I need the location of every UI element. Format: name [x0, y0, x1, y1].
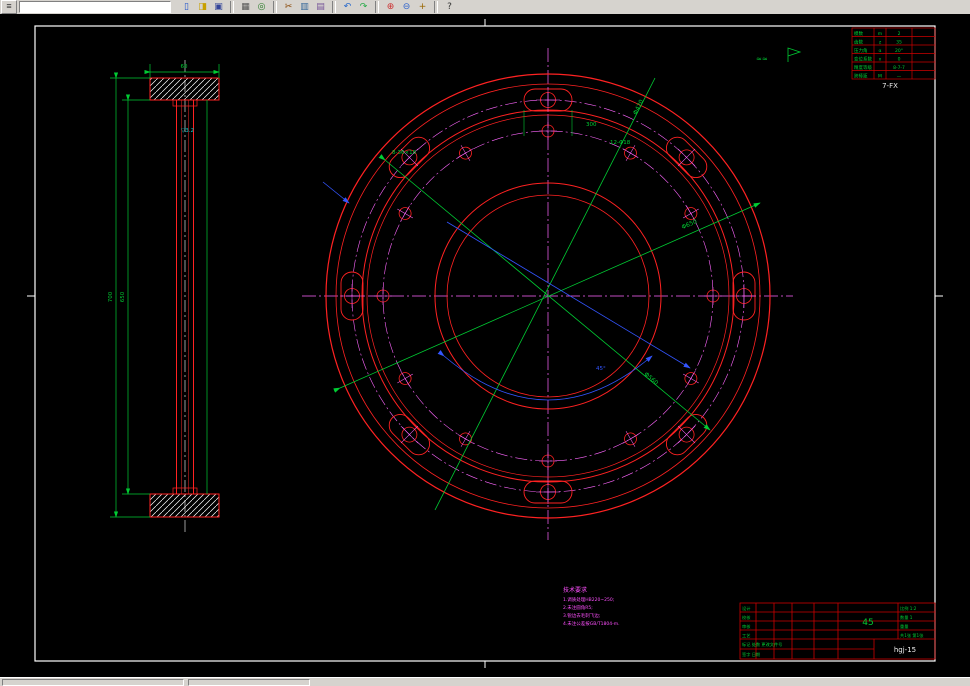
- param-row-symbol: x: [879, 58, 882, 63]
- param-row-value: 35: [896, 40, 902, 46]
- print-button[interactable]: ▦: [238, 0, 253, 14]
- zoom-out-icon: ⊖: [402, 1, 411, 12]
- zoom-in-icon: ⊕: [386, 1, 395, 12]
- param-row-value: —: [897, 75, 902, 80]
- front-view: Φ650 Φ560 Φ420 12-Φ18 8-36×18 45° 300: [302, 48, 793, 540]
- command-input[interactable]: [19, 1, 171, 13]
- note-line: 2.未注圆角R5;: [563, 604, 593, 611]
- param-row-symbol: m: [878, 32, 882, 37]
- help-button[interactable]: ?: [442, 0, 457, 14]
- param-row-label: 变位系数: [854, 56, 872, 63]
- param-row-label: 精度等级: [854, 64, 872, 71]
- menu-button[interactable]: ≡: [1, 0, 17, 14]
- title-row-check: 校核: [742, 614, 751, 621]
- paste-icon: ▤: [316, 1, 325, 12]
- toolbar-separator: [230, 1, 234, 13]
- note-line: 4.未注公差按GB/T1804-m.: [563, 620, 620, 627]
- title-row-process: 工艺: [742, 633, 750, 638]
- zoom-out-button[interactable]: ⊖: [399, 0, 414, 14]
- pan-icon: +: [418, 1, 427, 12]
- angle-label: 45°: [596, 366, 606, 372]
- param-row-label: 模数: [854, 30, 863, 37]
- side-height-dim: 650: [120, 291, 126, 302]
- title-row-design: 设计: [742, 605, 750, 612]
- redo-icon: ↷: [359, 1, 368, 12]
- open-file-icon: ◨: [198, 1, 207, 12]
- dim-d2-label: Φ560: [643, 371, 660, 387]
- toolbar-separator: [434, 1, 438, 13]
- open-file-button[interactable]: ◨: [195, 0, 210, 14]
- finish-flag-icon: [787, 47, 802, 62]
- redo-button[interactable]: ↷: [356, 0, 371, 14]
- toolbar-separator: [273, 1, 277, 13]
- dim-d3-label: Φ420: [632, 98, 646, 116]
- copy-icon: ▥: [300, 1, 309, 12]
- param-row-symbol: M: [878, 74, 882, 80]
- new-file-button[interactable]: ▯: [179, 0, 194, 14]
- cad-drawing: ▽3.2 650 700 60 Φ650 Φ560 Φ420 12-Φ18 8-…: [27, 19, 943, 668]
- note-line: 3.锐边去毛刺飞边;: [563, 612, 600, 619]
- sheet-frame: [27, 19, 943, 668]
- title-weight: 重量: [900, 623, 908, 630]
- side-total-dim: 700: [108, 291, 114, 302]
- title-qty: 数量 1: [900, 614, 913, 621]
- toolbar-separator: [375, 1, 379, 13]
- title-sheet: 共1张 第1张: [900, 632, 924, 639]
- notes-heading: 技术要求: [563, 586, 587, 594]
- view-label: 7-FX: [882, 82, 898, 90]
- cut-icon: ✂: [284, 1, 293, 12]
- print-icon: ▦: [241, 1, 250, 12]
- title-row-sign: 签字 日期: [742, 651, 760, 658]
- diameter-lines: [333, 77, 761, 511]
- surface-finish-label: ▽3.2: [181, 128, 194, 134]
- save-icon: ▣: [214, 1, 223, 12]
- help-icon: ?: [447, 1, 452, 12]
- param-row-label: 压力角: [854, 47, 868, 54]
- undo-icon: ↶: [343, 1, 352, 12]
- title-row-marks: 标记 处数 更改文件号: [742, 641, 782, 648]
- slot-span-label: 300: [586, 122, 597, 128]
- roughness-marks: ≈≈: [756, 55, 768, 63]
- zoom-in-button[interactable]: ⊕: [383, 0, 398, 14]
- side-width-dim: 60: [181, 64, 188, 70]
- title-row-audit: 审核: [742, 623, 751, 630]
- material-label: 45: [862, 618, 873, 628]
- toolbar: ≡ ▯ ◨ ▣ ▦ ◎ ✂ ▥ ▤ ↶ ↷ ⊕ ⊖ + ?: [0, 0, 970, 15]
- toolbar-icons: ▯ ◨ ▣ ▦ ◎ ✂ ▥ ▤ ↶ ↷ ⊕ ⊖ + ?: [179, 0, 457, 14]
- param-row-value: 2: [898, 31, 901, 37]
- param-row-value: 8-7-7: [893, 65, 905, 71]
- undo-button[interactable]: ↶: [340, 0, 355, 14]
- print-preview-icon: ◎: [257, 1, 266, 12]
- param-row-value: 0: [898, 57, 901, 63]
- paste-button[interactable]: ▤: [313, 0, 328, 14]
- app-window: ≡ ▯ ◨ ▣ ▦ ◎ ✂ ▥ ▤ ↶ ↷ ⊕ ⊖ + ? ▽3.2 650 7…: [0, 0, 970, 686]
- parameter-table: 模数 m 2 齿数 z 35 压力角 α 20° 变位系数 x 0 精度等级 8…: [756, 27, 936, 90]
- slots-count-label: 8-36×18: [392, 150, 417, 156]
- dim-d1-label: Φ650: [681, 218, 699, 231]
- note-line: 1.调质处理HB220~250;: [563, 596, 614, 603]
- title-scale: 比例 1:2: [900, 605, 917, 612]
- holes-count-label: 12-Φ18: [610, 140, 631, 146]
- param-row-value: 20°: [895, 48, 903, 54]
- param-row-label: 齿数: [854, 39, 863, 46]
- toolbar-separator: [332, 1, 336, 13]
- save-button[interactable]: ▣: [211, 0, 226, 14]
- new-file-icon: ▯: [184, 1, 189, 12]
- param-row-symbol: α: [879, 49, 882, 54]
- print-preview-button[interactable]: ◎: [254, 0, 269, 14]
- part-number: hgj-15: [894, 646, 916, 654]
- title-block: 45 hgj-15 设计 校核 审核 工艺 标记 处数 更改文件号 签字 日期 …: [739, 602, 936, 660]
- pan-button[interactable]: +: [415, 0, 430, 14]
- cut-button[interactable]: ✂: [281, 0, 296, 14]
- drawing-canvas[interactable]: ▽3.2 650 700 60 Φ650 Φ560 Φ420 12-Φ18 8-…: [0, 14, 970, 677]
- side-view: ▽3.2 650 700 60: [108, 60, 220, 535]
- param-row-label: 跨棒距: [854, 73, 868, 80]
- copy-button[interactable]: ▥: [297, 0, 312, 14]
- side-dimensions: [110, 64, 220, 518]
- technical-notes: 技术要求 1.调质处理HB220~250; 2.未注圆角R5; 3.锐边去毛刺飞…: [563, 586, 620, 627]
